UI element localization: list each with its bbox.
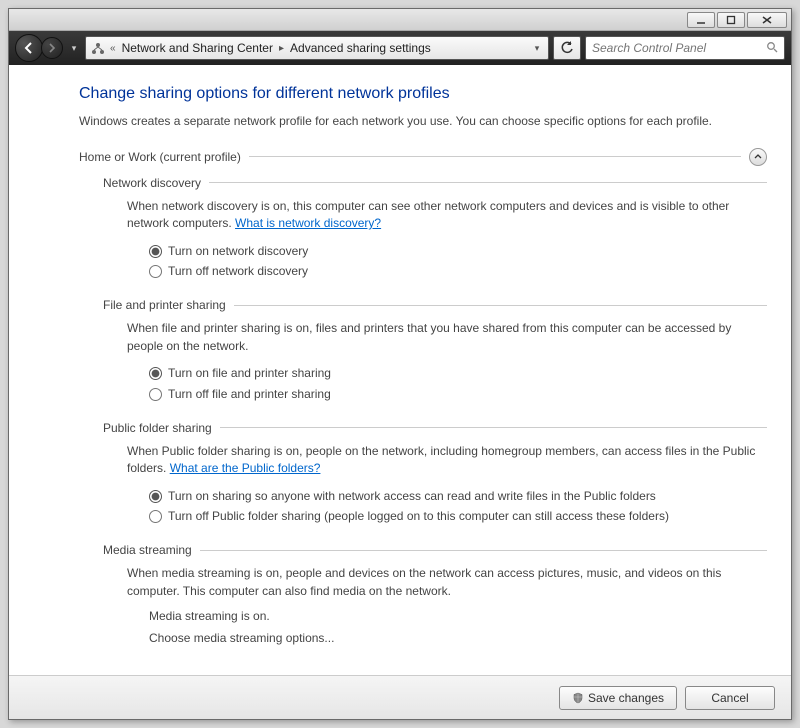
divider: [220, 427, 767, 428]
page-description: Windows creates a separate network profi…: [79, 113, 767, 130]
navbar: ▾ « Network and Sharing Center ▸ Advance…: [9, 31, 791, 65]
radio-input[interactable]: [149, 265, 162, 278]
titlebar: [9, 9, 791, 31]
section-media-streaming: Media streaming When media streaming is …: [103, 543, 767, 647]
save-changes-button[interactable]: Save changes: [559, 686, 677, 710]
section-title: Network discovery: [103, 176, 201, 190]
divider: [249, 156, 741, 157]
section-description: When file and printer sharing is on, fil…: [127, 321, 731, 352]
window: ▾ « Network and Sharing Center ▸ Advance…: [8, 8, 792, 720]
section-description: When media streaming is on, people and d…: [127, 566, 721, 597]
footer: Save changes Cancel: [9, 675, 791, 719]
section-network-discovery: Network discovery When network discovery…: [103, 176, 767, 281]
collapse-button[interactable]: [749, 148, 767, 166]
section-title: Media streaming: [103, 543, 192, 557]
divider: [200, 550, 767, 551]
radio-label: Turn off file and printer sharing: [168, 386, 331, 403]
content-scroll[interactable]: Change sharing options for different net…: [9, 65, 791, 675]
history-dropdown-icon[interactable]: ▾: [67, 43, 81, 54]
section-file-printer-sharing: File and printer sharing When file and p…: [103, 298, 767, 403]
radio-pf-off[interactable]: Turn off Public folder sharing (people l…: [149, 508, 767, 525]
maximize-button[interactable]: [717, 12, 745, 28]
radio-input[interactable]: [149, 510, 162, 523]
radio-label: Turn on file and printer sharing: [168, 365, 331, 382]
section-public-folder-sharing: Public folder sharing When Public folder…: [103, 421, 767, 526]
cancel-button[interactable]: Cancel: [685, 686, 775, 710]
radio-label: Turn off network discovery: [168, 263, 308, 280]
chevron-right-icon: ▸: [277, 43, 286, 54]
button-label: Save changes: [588, 691, 664, 705]
search-icon: [766, 41, 778, 56]
shield-icon: [572, 692, 584, 704]
radio-nd-on[interactable]: Turn on network discovery: [149, 243, 767, 260]
divider: [209, 182, 767, 183]
network-icon: [90, 40, 106, 56]
search-box[interactable]: [585, 36, 785, 60]
radio-label: Turn on sharing so anyone with network a…: [168, 488, 656, 505]
page-title: Change sharing options for different net…: [79, 85, 767, 103]
radio-label: Turn off Public folder sharing (people l…: [168, 508, 669, 525]
radio-label: Turn on network discovery: [168, 243, 308, 260]
divider: [234, 305, 767, 306]
radio-fp-on[interactable]: Turn on file and printer sharing: [149, 365, 767, 382]
forward-button[interactable]: [41, 37, 63, 59]
radio-input[interactable]: [149, 367, 162, 380]
radio-input[interactable]: [149, 245, 162, 258]
button-label: Cancel: [711, 691, 748, 705]
profile-header: Home or Work (current profile): [79, 148, 767, 166]
section-description: When network discovery is on, this compu…: [127, 199, 729, 230]
breadcrumb-segment[interactable]: Network and Sharing Center: [120, 41, 275, 55]
minimize-button[interactable]: [687, 12, 715, 28]
breadcrumb-segment[interactable]: Advanced sharing settings: [288, 41, 433, 55]
content-area: Change sharing options for different net…: [9, 65, 791, 675]
breadcrumb[interactable]: « Network and Sharing Center ▸ Advanced …: [85, 36, 549, 60]
section-title: Public folder sharing: [103, 421, 212, 435]
radio-input[interactable]: [149, 490, 162, 503]
help-link[interactable]: What is network discovery?: [235, 216, 381, 230]
media-streaming-options-link[interactable]: Choose media streaming options...: [149, 630, 767, 647]
profile-label: Home or Work (current profile): [79, 150, 241, 164]
breadcrumb-dropdown-icon[interactable]: ▾: [530, 43, 544, 54]
refresh-button[interactable]: [553, 36, 581, 60]
section-title: File and printer sharing: [103, 298, 226, 312]
media-streaming-status: Media streaming is on.: [149, 608, 767, 625]
radio-input[interactable]: [149, 388, 162, 401]
chevron-left-icon: «: [108, 43, 118, 54]
radio-pf-on[interactable]: Turn on sharing so anyone with network a…: [149, 488, 767, 505]
back-button[interactable]: [15, 34, 43, 62]
search-input[interactable]: [592, 41, 762, 55]
radio-fp-off[interactable]: Turn off file and printer sharing: [149, 386, 767, 403]
help-link[interactable]: What are the Public folders?: [170, 461, 321, 475]
close-button[interactable]: [747, 12, 787, 28]
radio-nd-off[interactable]: Turn off network discovery: [149, 263, 767, 280]
